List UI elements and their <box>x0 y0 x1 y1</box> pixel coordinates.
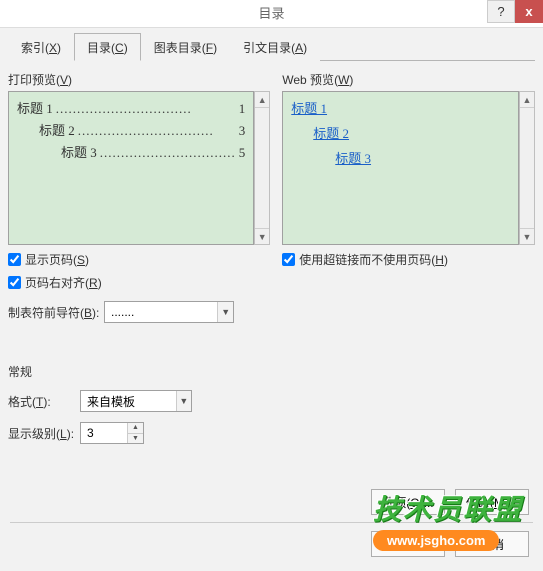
show-page-numbers-checkbox[interactable]: 显示页码(S) <box>8 251 270 268</box>
print-preview-col: 打印预览(V) 标题 1............................… <box>8 67 270 333</box>
chevron-down-icon[interactable]: ▼ <box>217 302 233 322</box>
scrollbar[interactable]: ▲▼ <box>519 91 535 245</box>
tab-toc[interactable]: 目录(C) <box>74 33 141 61</box>
web-preview-col: Web 预览(W) 标题 1 标题 2 标题 3 ▲▼ 使用超链接而不使用页码(… <box>282 67 535 333</box>
format-combo[interactable]: ▼ <box>80 390 192 412</box>
checkbox-input[interactable] <box>8 276 21 289</box>
tab-index[interactable]: 索引(X) <box>8 33 74 61</box>
web-toc-link[interactable]: 标题 2 <box>313 123 349 145</box>
toc-entry: 标题 1 <box>17 98 53 120</box>
checkbox-input[interactable] <box>282 253 295 266</box>
use-hyperlinks-checkbox[interactable]: 使用超链接而不使用页码(H) <box>282 251 535 268</box>
web-preview-label: Web 预览(W) <box>282 71 535 88</box>
levels-label: 显示级别(L): <box>8 425 80 442</box>
tab-strip: 索引(X) 目录(C) 图表目录(F) 引文目录(A) <box>8 32 535 61</box>
right-align-checkbox[interactable]: 页码右对齐(R) <box>8 274 270 291</box>
cancel-button[interactable]: 取消 <box>455 531 529 557</box>
leader-combo[interactable]: ▼ <box>104 301 234 323</box>
tab-citations[interactable]: 引文目录(A) <box>230 33 320 61</box>
preview-row: 打印预览(V) 标题 1............................… <box>8 67 535 333</box>
leader-dots: ................................ <box>56 98 236 120</box>
web-preview-box: 标题 1 标题 2 标题 3 <box>282 91 519 245</box>
options-button-row: 选项(O)... 修改(M)... <box>371 489 529 515</box>
leader-label: 制表符前导符(B): <box>8 304 104 321</box>
tab-figures[interactable]: 图表目录(F) <box>141 33 230 61</box>
scrollbar[interactable]: ▲▼ <box>254 91 270 245</box>
scroll-down-icon[interactable]: ▼ <box>520 228 534 244</box>
options-button[interactable]: 选项(O)... <box>371 489 445 515</box>
toc-page: 5 <box>239 142 246 164</box>
format-label: 格式(T): <box>8 393 80 410</box>
leader-input[interactable] <box>105 302 217 322</box>
levels-spinner[interactable]: ▲▼ <box>80 422 144 444</box>
titlebar-buttons: ? x <box>487 0 543 23</box>
print-preview-box: 标题 1................................1 标题… <box>8 91 254 245</box>
titlebar: 目录 ? x <box>0 0 543 28</box>
levels-input[interactable] <box>81 423 127 443</box>
print-preview-label: 打印预览(V) <box>8 71 270 88</box>
spin-down-icon[interactable]: ▼ <box>128 434 143 444</box>
dialog-body: 索引(X) 目录(C) 图表目录(F) 引文目录(A) 打印预览(V) 标题 1… <box>0 28 543 571</box>
leader-dots: ................................ <box>100 142 236 164</box>
general-group-label: 常规 <box>8 363 535 380</box>
checkbox-input[interactable] <box>8 253 21 266</box>
dialog-button-row: 确定 取消 <box>371 531 529 557</box>
web-toc-link[interactable]: 标题 1 <box>291 98 327 120</box>
modify-button[interactable]: 修改(M)... <box>455 489 529 515</box>
ok-button[interactable]: 确定 <box>371 531 445 557</box>
web-toc-link[interactable]: 标题 3 <box>335 148 371 170</box>
format-input[interactable] <box>81 391 176 411</box>
format-row: 格式(T): ▼ <box>8 390 535 412</box>
separator <box>10 522 533 523</box>
scroll-up-icon[interactable]: ▲ <box>255 92 269 108</box>
scroll-down-icon[interactable]: ▼ <box>255 228 269 244</box>
close-button[interactable]: x <box>515 0 543 23</box>
toc-page: 3 <box>239 120 246 142</box>
levels-row: 显示级别(L): ▲▼ <box>8 422 535 444</box>
chevron-down-icon[interactable]: ▼ <box>176 391 191 411</box>
leader-row: 制表符前导符(B): ▼ <box>8 301 270 323</box>
dialog-title: 目录 <box>0 0 543 28</box>
spin-up-icon[interactable]: ▲ <box>128 423 143 434</box>
toc-entry: 标题 3 <box>61 142 97 164</box>
scroll-up-icon[interactable]: ▲ <box>520 92 534 108</box>
toc-page: 1 <box>239 98 246 120</box>
help-button[interactable]: ? <box>487 0 515 23</box>
toc-entry: 标题 2 <box>39 120 75 142</box>
leader-dots: ................................ <box>78 120 236 142</box>
